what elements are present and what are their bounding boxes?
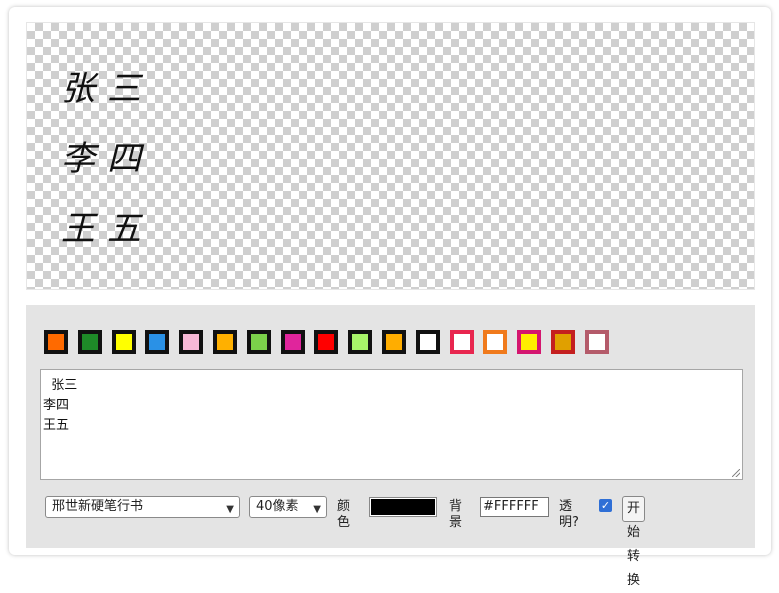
color-picker[interactable] [369, 497, 437, 517]
transparent-label: 透明? [559, 499, 579, 530]
color-swatch[interactable] [213, 330, 237, 354]
size-select-value: 40像素 [256, 499, 299, 514]
color-swatch[interactable] [111, 330, 136, 354]
background-label: 背景 [449, 499, 463, 530]
transparent-checkbox[interactable]: ✓ [599, 499, 612, 512]
color-swatch[interactable] [483, 330, 508, 354]
color-swatch[interactable] [517, 330, 542, 354]
main-card: 张三 李四 王五 张三 李四 王五 邢世新硬笔行书 ▼ 40像素 ▼ 颜色 背景… [9, 7, 771, 588]
color-swatch[interactable] [551, 330, 575, 354]
color-swatch[interactable] [415, 330, 440, 354]
chevron-down-icon: ▼ [313, 504, 321, 515]
preview-line-1: 张三 [61, 69, 153, 109]
control-panel: 张三 李四 王五 邢世新硬笔行书 ▼ 40像素 ▼ 颜色 背景 #FFFFFF … [26, 305, 755, 588]
color-swatch[interactable] [449, 330, 474, 354]
preview-canvas: 张三 李四 王五 [26, 22, 755, 290]
color-swatch[interactable] [44, 330, 68, 354]
chevron-down-icon: ▼ [226, 504, 234, 515]
color-swatch[interactable] [280, 330, 305, 354]
resize-grip-icon[interactable] [732, 469, 740, 477]
color-swatch[interactable] [179, 330, 204, 354]
size-select[interactable]: 40像素 ▼ [249, 496, 327, 518]
preview-line-2: 李四 [61, 139, 153, 179]
text-input[interactable]: 张三 李四 王五 [40, 369, 743, 480]
color-swatch[interactable] [145, 330, 170, 354]
font-select[interactable]: 邢世新硬笔行书 ▼ [45, 496, 240, 518]
background-input[interactable]: #FFFFFF [480, 497, 549, 517]
preview-line-3: 王五 [61, 209, 153, 249]
convert-button[interactable]: 开始转换 [622, 496, 646, 588]
color-label: 颜色 [337, 499, 351, 530]
color-swatch[interactable] [314, 330, 339, 354]
color-swatch[interactable] [348, 330, 373, 354]
color-swatch[interactable] [584, 330, 609, 354]
color-swatch[interactable] [77, 330, 102, 354]
color-swatch[interactable] [246, 330, 271, 354]
color-picker-swatch [371, 499, 435, 515]
color-swatch[interactable] [382, 330, 406, 354]
font-select-value: 邢世新硬笔行书 [52, 499, 144, 514]
